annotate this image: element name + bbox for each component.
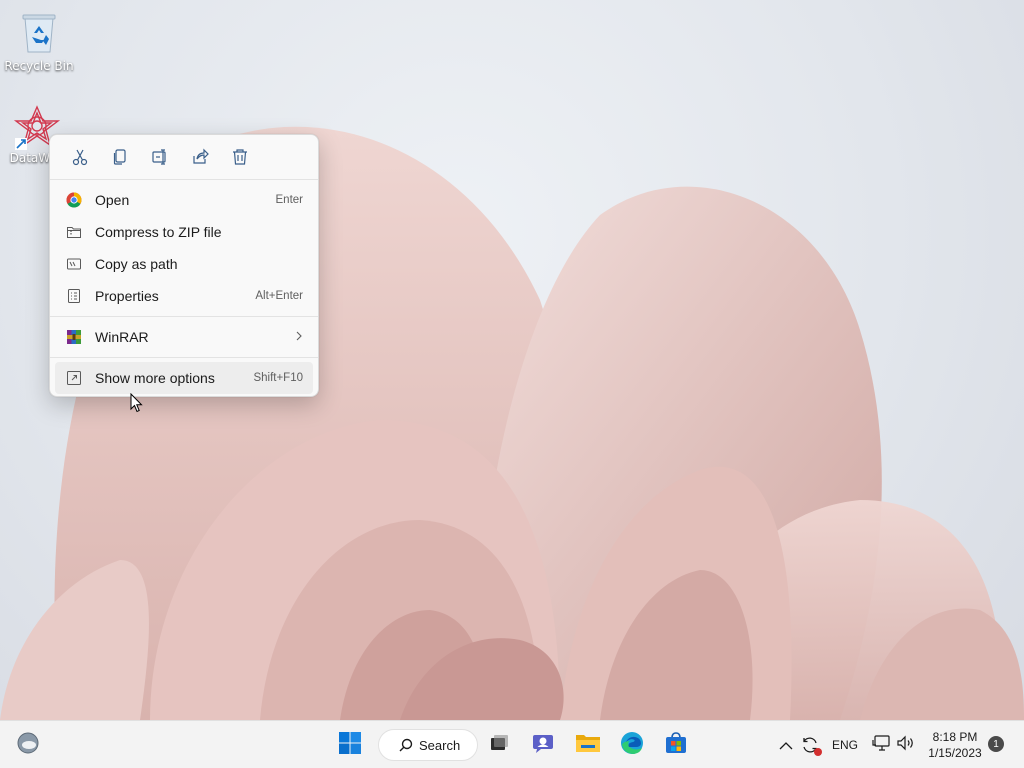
menu-item-compress-zip[interactable]: Compress to ZIP file	[55, 216, 313, 248]
menu-divider	[50, 179, 318, 180]
menu-item-properties[interactable]: Properties Alt+Enter	[55, 280, 313, 312]
menu-item-shortcut: Alt+Enter	[255, 290, 303, 302]
rename-icon	[151, 148, 169, 170]
zip-folder-icon	[65, 223, 83, 241]
menu-item-label: Show more options	[95, 370, 215, 386]
chat-button[interactable]	[527, 729, 559, 761]
copy-path-icon	[65, 255, 83, 273]
menu-item-copy-as-path[interactable]: Copy as path	[55, 248, 313, 280]
task-view-button[interactable]	[482, 729, 514, 761]
rename-button[interactable]	[140, 145, 180, 173]
weather-icon	[16, 731, 40, 759]
teams-chat-icon	[531, 731, 555, 759]
context-menu: Open Enter Compress to ZIP file Copy as …	[49, 134, 319, 397]
trash-icon	[231, 148, 249, 170]
menu-item-shortcut: Enter	[275, 194, 304, 206]
properties-icon	[65, 287, 83, 305]
edge-browser-button[interactable]	[616, 729, 648, 761]
share-button[interactable]	[180, 145, 220, 173]
weather-widget-button[interactable]	[12, 729, 44, 761]
volume-button[interactable]	[890, 729, 922, 761]
input-language-indicator[interactable]: ENG	[832, 738, 858, 752]
menu-item-shortcut: Shift+F10	[253, 372, 303, 384]
search-icon	[399, 738, 413, 752]
menu-divider	[50, 357, 318, 358]
taskbar-search-button[interactable]: Search	[378, 729, 478, 761]
mouse-cursor-icon	[130, 392, 144, 417]
chevron-right-icon	[295, 329, 303, 345]
clock-date: 1/15/2023	[928, 746, 982, 760]
file-explorer-button[interactable]	[572, 729, 604, 761]
share-icon	[191, 148, 209, 170]
sync-status-button[interactable]	[794, 729, 826, 761]
recycle-bin-icon	[19, 10, 59, 57]
folder-icon	[575, 732, 601, 758]
copy-button[interactable]	[100, 145, 140, 173]
windows-logo-icon	[339, 732, 361, 758]
menu-item-show-more-options[interactable]: Show more options Shift+F10	[55, 362, 313, 394]
cut-button[interactable]	[60, 145, 100, 173]
menu-item-label: Copy as path	[95, 256, 178, 272]
sync-icon	[800, 735, 822, 756]
clock-time: 8:18 PM	[932, 730, 978, 744]
menu-item-label: Properties	[95, 288, 159, 304]
desktop-icon-label: Recycle Bin	[4, 59, 74, 73]
menu-item-open[interactable]: Open Enter	[55, 184, 313, 216]
edge-icon	[620, 731, 644, 759]
store-icon	[664, 731, 688, 759]
copy-icon	[111, 148, 129, 170]
microsoft-store-button[interactable]	[660, 729, 692, 761]
menu-item-label: Open	[95, 192, 130, 208]
menu-item-winrar[interactable]: WinRAR	[55, 321, 313, 353]
notification-count-badge[interactable]: 1	[988, 736, 1004, 752]
context-menu-quick-actions	[50, 135, 318, 173]
network-icon	[872, 734, 892, 756]
taskbar: Search ENG 8:18 PM 1/15/2023	[0, 720, 1024, 768]
start-button[interactable]	[334, 729, 366, 761]
chevron-up-icon	[779, 736, 793, 755]
speaker-icon	[896, 734, 916, 756]
menu-item-label: Compress to ZIP file	[95, 224, 222, 240]
scissors-icon	[71, 148, 89, 170]
taskbar-clock[interactable]: 8:18 PM 1/15/2023	[920, 729, 990, 761]
menu-item-label: WinRAR	[95, 329, 149, 345]
sync-error-badge	[814, 748, 822, 756]
winrar-icon	[65, 328, 83, 346]
chrome-icon	[65, 191, 83, 209]
menu-divider	[50, 316, 318, 317]
desktop-icon-recycle-bin[interactable]: Recycle Bin	[0, 10, 78, 73]
more-options-icon	[65, 369, 83, 387]
delete-button[interactable]	[220, 145, 260, 173]
search-label: Search	[419, 737, 461, 753]
task-view-icon	[487, 732, 509, 758]
